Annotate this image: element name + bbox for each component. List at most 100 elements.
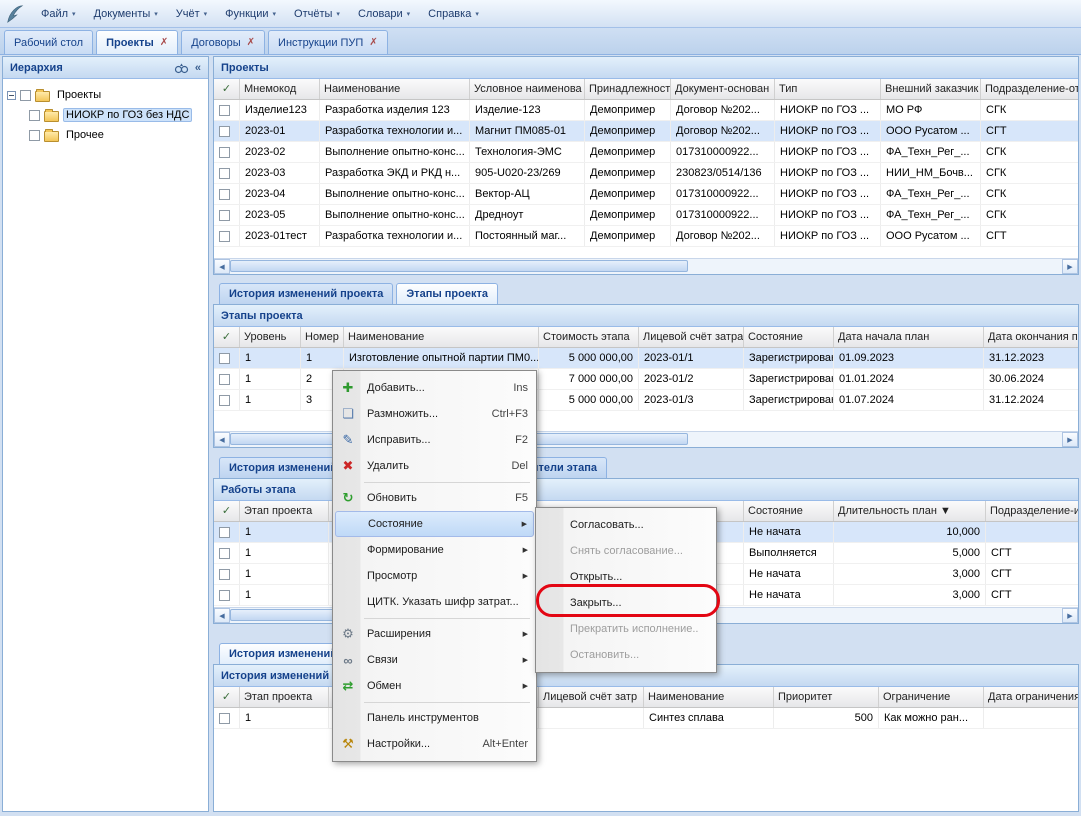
table-row[interactable]: 2023-04Выполнение опытно-конс...Вектор-А… [214, 184, 1078, 205]
scrollbar-thumb[interactable] [230, 260, 688, 272]
menu-item-refresh[interactable]: ↻ОбновитьF5 [335, 485, 534, 511]
tree-node-projects[interactable]: Проекты [7, 85, 204, 105]
tab-project-history[interactable]: История изменений проекта [219, 283, 393, 304]
row-checkbox[interactable] [214, 348, 240, 368]
menubar-item-accounting[interactable]: Учёт▾ [167, 4, 216, 24]
menu-item-extensions[interactable]: ⚙Расширения▶ [335, 621, 534, 647]
menu-item-duplicate[interactable]: ❏Размножить...Ctrl+F3 [335, 401, 534, 427]
scroll-right-button[interactable]: ▶ [1062, 259, 1078, 274]
row-checkbox[interactable] [214, 564, 240, 584]
table-row[interactable]: 2023-02Выполнение опытно-конс...Технолог… [214, 142, 1078, 163]
scroll-right-button[interactable]: ▶ [1062, 608, 1078, 623]
menu-item-settings[interactable]: ⚒Настройки...Alt+Enter [335, 731, 534, 757]
menu-item-formation[interactable]: Формирование▶ [335, 537, 534, 563]
row-checkbox[interactable] [214, 708, 240, 728]
column-header[interactable]: Ограничение [879, 687, 984, 707]
column-header[interactable]: Длительность план ▼ [834, 501, 986, 521]
tab-work-history[interactable]: История изменений [219, 643, 347, 664]
tab-close-icon[interactable]: ✗ [247, 38, 255, 48]
row-checkbox[interactable] [214, 142, 240, 162]
column-header[interactable]: Принадлежность [585, 79, 671, 99]
tab-pup-instructions[interactable]: Инструкции ПУП✗ [268, 30, 388, 54]
table-row[interactable]: 2023-03Разработка ЭКД и РКД н...905-U020… [214, 163, 1078, 184]
table-row[interactable]: 11Изготовление опытной партии ПМ0...5 00… [214, 348, 1078, 369]
select-all-header[interactable]: ✓ [214, 501, 240, 521]
scroll-left-button[interactable]: ◀ [214, 259, 230, 274]
checkbox-icon[interactable] [29, 130, 40, 141]
row-checkbox[interactable] [214, 100, 240, 120]
collapse-panel-icon[interactable]: « [195, 62, 201, 74]
row-checkbox[interactable] [214, 543, 240, 563]
menu-item-view[interactable]: Просмотр▶ [335, 563, 534, 589]
menubar-item-file[interactable]: Файл▾ [32, 4, 85, 24]
table-row[interactable]: 2023-01тестРазработка технологии и...Пос… [214, 226, 1078, 247]
column-header[interactable]: Подразделение-от [981, 79, 1079, 99]
checkbox-icon[interactable] [29, 110, 40, 121]
scrollbar-track[interactable] [230, 259, 1062, 274]
table-row[interactable]: 2023-01Разработка технологии и...Магнит … [214, 121, 1078, 142]
column-header[interactable]: Мнемокод [240, 79, 320, 99]
tree-node-label[interactable]: НИОКР по ГОЗ без НДС [63, 108, 192, 122]
column-header[interactable]: Состояние [744, 501, 834, 521]
tab-contracts[interactable]: Договоры✗ [181, 30, 265, 54]
find-icon[interactable] [174, 62, 189, 74]
menubar-item-reports[interactable]: Отчёты▾ [285, 4, 349, 24]
select-all-header[interactable]: ✓ [214, 79, 240, 99]
menu-item-delete[interactable]: ✖УдалитьDel [335, 453, 534, 479]
column-header[interactable]: Лицевой счёт затр [539, 687, 644, 707]
scroll-left-button[interactable]: ◀ [214, 432, 230, 447]
menu-item-approve[interactable]: Согласовать... [538, 512, 714, 538]
column-header[interactable]: Стоимость этапа [539, 327, 639, 347]
column-header[interactable]: Приоритет [774, 687, 879, 707]
tab-project-stages[interactable]: Этапы проекта [396, 283, 498, 304]
horizontal-scrollbar[interactable]: ◀ ▶ [214, 258, 1078, 274]
menu-item-citk[interactable]: ЦИТК. Указать шифр затрат... [335, 589, 534, 615]
column-header[interactable]: Дата окончания п [984, 327, 1079, 347]
menu-item-add[interactable]: ✚Добавить...Ins [335, 375, 534, 401]
column-header[interactable]: Состояние [744, 327, 834, 347]
column-header[interactable]: Внешний заказчик [881, 79, 981, 99]
scroll-right-button[interactable]: ▶ [1062, 432, 1078, 447]
row-checkbox[interactable] [214, 226, 240, 246]
tab-desktop[interactable]: Рабочий стол [4, 30, 93, 54]
row-checkbox[interactable] [214, 163, 240, 183]
tab-close-icon[interactable]: ✗ [369, 38, 377, 48]
table-row[interactable]: Изделие123Разработка изделия 123Изделие-… [214, 100, 1078, 121]
column-header[interactable]: Условное наименова [470, 79, 585, 99]
column-header[interactable]: Документ-основан [671, 79, 775, 99]
column-header[interactable]: Номер [301, 327, 344, 347]
menubar-item-help[interactable]: Справка▾ [419, 4, 488, 24]
menubar-item-documents[interactable]: Документы▾ [85, 4, 167, 24]
table-row[interactable]: 2023-05Выполнение опытно-конс...Дредноут… [214, 205, 1078, 226]
column-header[interactable]: Дата начала план [834, 327, 984, 347]
row-checkbox[interactable] [214, 369, 240, 389]
row-checkbox[interactable] [214, 522, 240, 542]
tab-projects[interactable]: Проекты✗ [96, 30, 178, 54]
column-header[interactable]: Этап проекта [240, 687, 329, 707]
tree-node-label[interactable]: Прочее [63, 128, 107, 142]
column-header[interactable]: Дата ограничения [984, 687, 1079, 707]
row-checkbox[interactable] [214, 121, 240, 141]
menu-item-state[interactable]: Состояние▶ [335, 511, 534, 537]
row-checkbox[interactable] [214, 184, 240, 204]
column-header[interactable]: Наименование [344, 327, 539, 347]
scroll-left-button[interactable]: ◀ [214, 608, 230, 623]
tree-node-niokr[interactable]: НИОКР по ГОЗ без НДС [7, 105, 204, 125]
menu-item-toolbar[interactable]: Панель инструментов [335, 705, 534, 731]
tab-close-icon[interactable]: ✗ [160, 38, 168, 48]
menu-item-links[interactable]: ∞Связи▶ [335, 647, 534, 673]
column-header[interactable]: Уровень [240, 327, 301, 347]
tree-node-other[interactable]: Прочее [7, 125, 204, 145]
column-header[interactable]: Этап проекта [240, 501, 329, 521]
expander-icon[interactable] [7, 91, 16, 100]
select-all-header[interactable]: ✓ [214, 687, 240, 707]
column-header[interactable]: Наименование [644, 687, 774, 707]
row-checkbox[interactable] [214, 390, 240, 410]
column-header[interactable]: Наименование [320, 79, 470, 99]
menubar-item-functions[interactable]: Функции▾ [216, 4, 285, 24]
tree-node-label[interactable]: Проекты [54, 88, 104, 102]
checkbox-icon[interactable] [20, 90, 31, 101]
column-header[interactable]: Подразделение-исполн [986, 501, 1079, 521]
row-checkbox[interactable] [214, 205, 240, 225]
row-checkbox[interactable] [214, 585, 240, 605]
